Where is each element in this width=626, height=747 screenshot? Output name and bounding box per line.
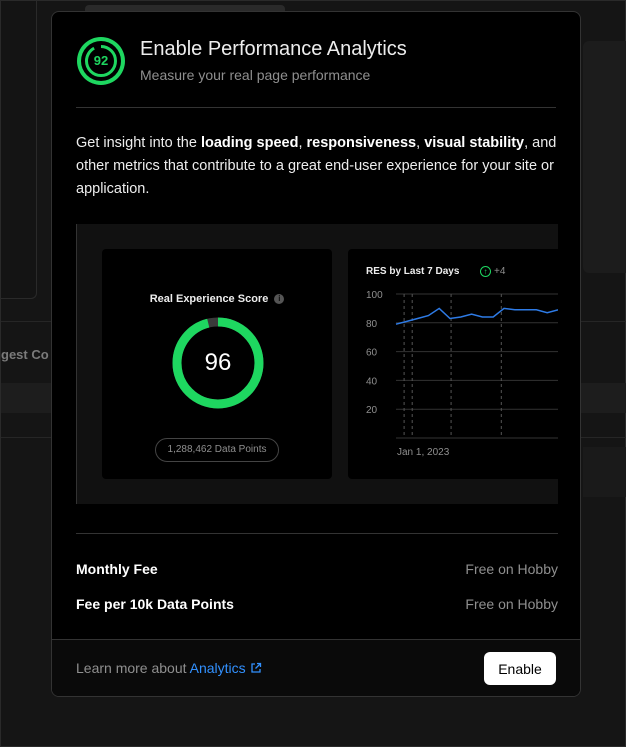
background-right-card xyxy=(583,41,626,273)
modal-title: Enable Performance Analytics xyxy=(140,38,407,60)
score-ring-icon: 92 xyxy=(76,36,126,86)
chart-y-tick-label: 40 xyxy=(366,376,378,387)
description-responsiveness: responsiveness xyxy=(306,135,417,151)
analytics-link[interactable]: Analytics xyxy=(190,660,262,676)
fee-value: Free on Hobby xyxy=(465,561,558,577)
analytics-preview: Real Experience Score i 96 1,288,462 Data… xyxy=(76,224,558,504)
description-visual-stability: visual stability xyxy=(424,135,525,151)
chart-y-tick-label: 80 xyxy=(366,319,378,330)
arrow-up-circle-icon: ↑ xyxy=(480,266,491,277)
modal-subtitle: Measure your real page performance xyxy=(140,67,371,83)
res-series-line xyxy=(395,307,558,325)
chart-y-tick-label: 20 xyxy=(366,405,378,416)
chart-x-tick-label: Jan 1, 2023 xyxy=(397,447,450,458)
info-icon[interactable]: i xyxy=(274,294,285,305)
chart-y-tick-label: 60 xyxy=(366,348,378,359)
fee-label: Fee per 10k Data Points xyxy=(76,596,234,612)
description-separator: , xyxy=(298,135,307,151)
fee-label: Monthly Fee xyxy=(76,561,158,577)
score-card-title: Real Experience Score i xyxy=(102,293,332,305)
fee-row-data-points: Fee per 10k Data Points Free on Hobby xyxy=(76,596,558,616)
learn-more-prefix: Learn more about xyxy=(76,660,190,676)
score-value: 96 xyxy=(204,349,232,376)
fee-row-monthly: Monthly Fee Free on Hobby xyxy=(76,561,558,581)
modal-footer: Learn more about Analytics Enable xyxy=(52,639,580,696)
learn-more-text: Learn more about Analytics xyxy=(76,660,262,676)
description-separator: , xyxy=(416,135,425,151)
chart-delta: ↑ +4 xyxy=(480,266,505,277)
fee-value: Free on Hobby xyxy=(465,596,558,612)
description-intro: Get insight into the xyxy=(76,135,201,151)
res-line-chart: 20 40 60 80 100 xyxy=(366,290,558,439)
external-link-icon[interactable] xyxy=(250,662,262,674)
chart-y-tick-label: 100 xyxy=(366,290,383,301)
chart-title: RES by Last 7 Days xyxy=(366,266,460,277)
score-card: Real Experience Score i 96 1,288,462 Data… xyxy=(102,249,332,479)
background-card xyxy=(1,1,37,299)
enable-button[interactable]: Enable xyxy=(484,652,556,685)
description: Get insight into the loading speed, resp… xyxy=(76,132,558,201)
score-card-title-text: Real Experience Score xyxy=(149,293,269,305)
fee-divider xyxy=(76,533,558,534)
background-heading: gest Co xyxy=(1,347,49,362)
analytics-link-label[interactable]: Analytics xyxy=(190,660,246,676)
analytics-modal: 92 Enable Performance Analytics Measure … xyxy=(51,11,581,697)
badge-score: 92 xyxy=(93,53,109,68)
description-loading-speed: loading speed xyxy=(200,135,299,151)
data-points-pill: 1,288,462 Data Points xyxy=(155,438,279,462)
background-right-block xyxy=(583,447,626,497)
chart-card: 20 40 60 80 100 RES by Last 7 Days ↑ +4 Jan 1… xyxy=(348,249,558,479)
chart-delta-value: +4 xyxy=(494,266,506,278)
modal-header: 92 Enable Performance Analytics Measure … xyxy=(76,36,556,108)
